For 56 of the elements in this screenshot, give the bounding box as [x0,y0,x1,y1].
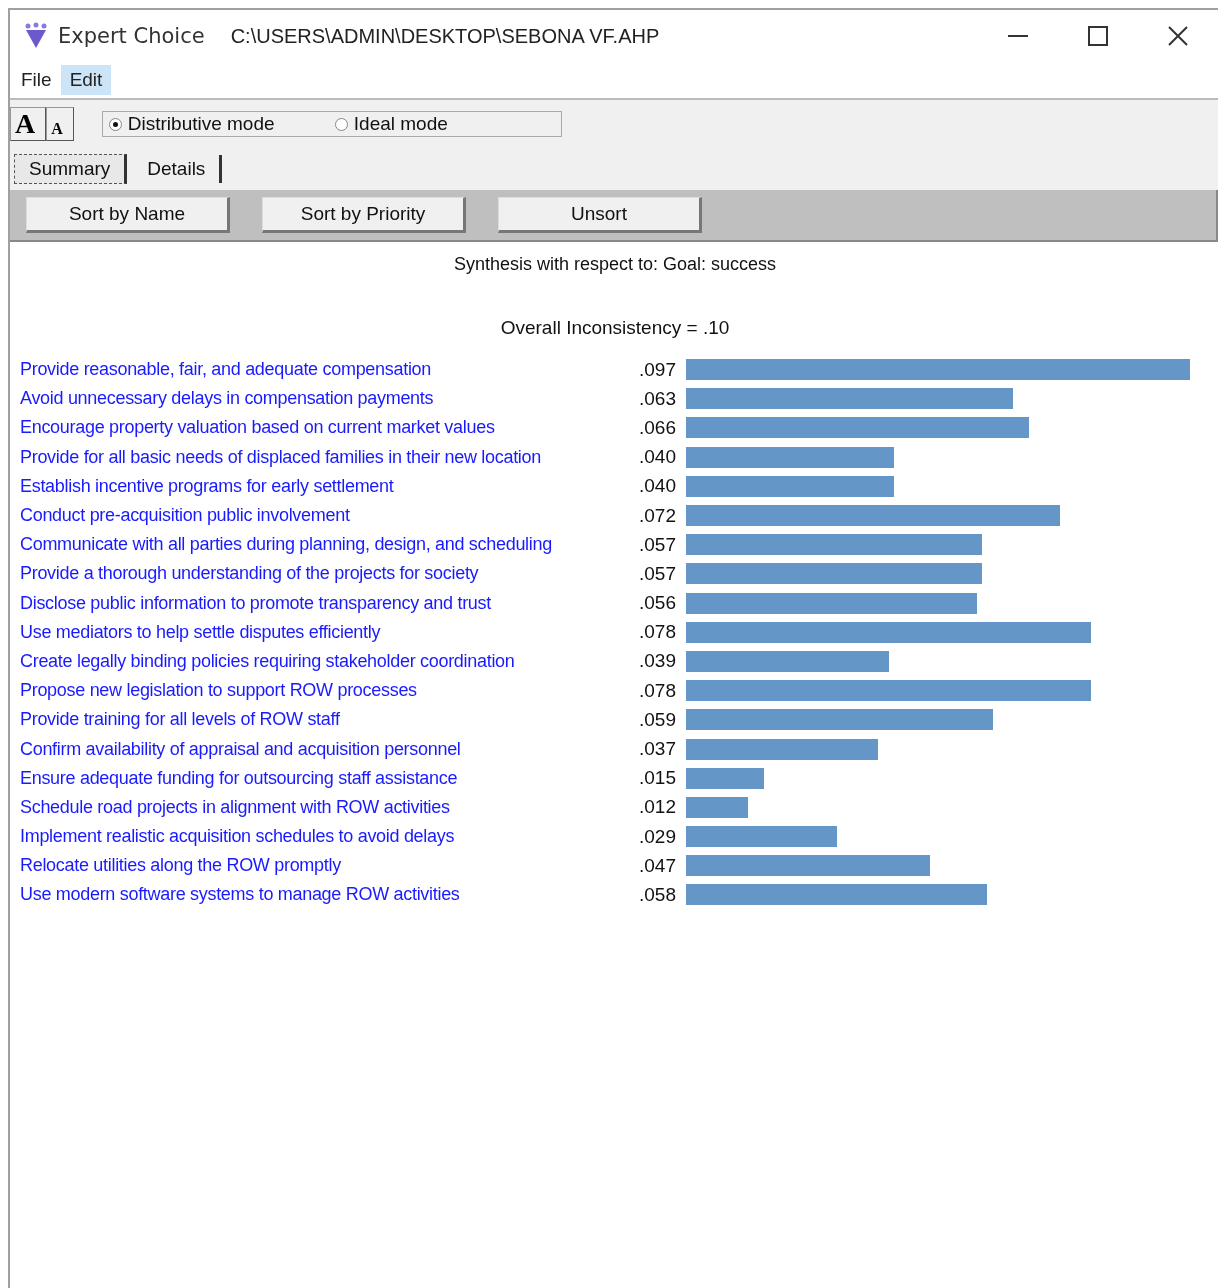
app-name: Expert Choice [58,24,205,48]
window-title: C:\USERS\ADMIN\DESKTOP\SEBONA VF.AHP [230,24,660,48]
priority-value: .057 [638,533,676,556]
alternative-name: Implement realistic acquisition schedules to avoid delays [20,826,456,848]
alternative-name: Provide for all basic needs of displaced families in their new location [20,446,542,468]
font-increase-button[interactable]: A [10,107,47,141]
alternative-name: Use modern software systems to manage ROW activities [20,884,461,906]
radio-option[interactable]: Ideal mode [334,113,561,135]
alternative-name: Schedule road projects in alignment with ROW activities [20,796,451,818]
alternative-name: Create legally binding policies requiring stakeholder coordination [20,650,516,672]
close-icon[interactable] [1168,26,1188,46]
priority-value: .072 [638,504,676,527]
alternative-name: Provide reasonable, fair, and adequate compensation [20,359,432,381]
priority-value: .037 [638,738,676,761]
inconsistency-label: Overall Inconsistency = .10 [500,317,730,338]
menu-item[interactable]: Edit [60,65,112,95]
priority-value: .039 [638,650,676,673]
synthesis-title: Synthesis with respect to: Goal: success [453,254,777,274]
priority-value: .058 [638,883,676,906]
priority-value: .097 [638,358,676,381]
priority-value: .012 [638,796,676,819]
priority-value: .066 [638,416,676,439]
font-decrease-button[interactable]: A [46,107,74,141]
alternative-name: Provide training for all levels of ROW staff [20,709,341,731]
alternative-name: Propose new legislation to support ROW processes [20,680,418,702]
priority-value: .078 [638,679,676,702]
sort-button[interactable]: Sort by Name [26,197,230,233]
alternative-name: Ensure adequate funding for outsourcing staff assistance [20,767,459,789]
alternative-name: Provide a thorough understanding of the projects for society [20,563,480,585]
sort-button[interactable]: Unsort [498,197,702,233]
radio-option[interactable]: Distributive mode [108,113,335,135]
menu-item[interactable]: File [12,65,61,95]
priority-value: .078 [638,621,676,644]
priority-bar [686,796,749,818]
priority-value: .040 [638,446,676,469]
maximize-icon[interactable] [1088,26,1108,46]
priority-value: .056 [638,592,676,615]
priority-value: .029 [638,825,676,848]
tab[interactable]: Summary [14,154,128,184]
alternative-name: Confirm availability of appraisal and acquisition personnel [20,738,462,760]
priority-value: .047 [638,854,676,877]
alternative-name: Encourage property valuation based on current market values [20,417,496,439]
alternative-name: Communicate with all parties during planning, design, and scheduling [20,534,553,556]
priority-value: .015 [638,767,676,790]
priority-value: .040 [638,475,676,498]
alternative-name: Disclose public information to promote transparency and trust [20,592,492,614]
alternative-name: Conduct pre-acquisition public involvement [20,505,351,527]
alternative-name: Establish incentive programs for early settlement [20,475,395,497]
sort-button[interactable]: Sort by Priority [262,197,466,233]
alternative-name: Relocate utilities along the ROW promptly [20,855,342,877]
alternative-name: Use mediators to help settle disputes efficiently [20,621,382,643]
priority-value: .059 [638,708,676,731]
priority-value: .063 [638,387,676,410]
priority-value: .057 [638,562,676,585]
tab[interactable]: Details [133,155,223,183]
alternative-name: Avoid unnecessary delays in compensation payments [20,388,435,410]
